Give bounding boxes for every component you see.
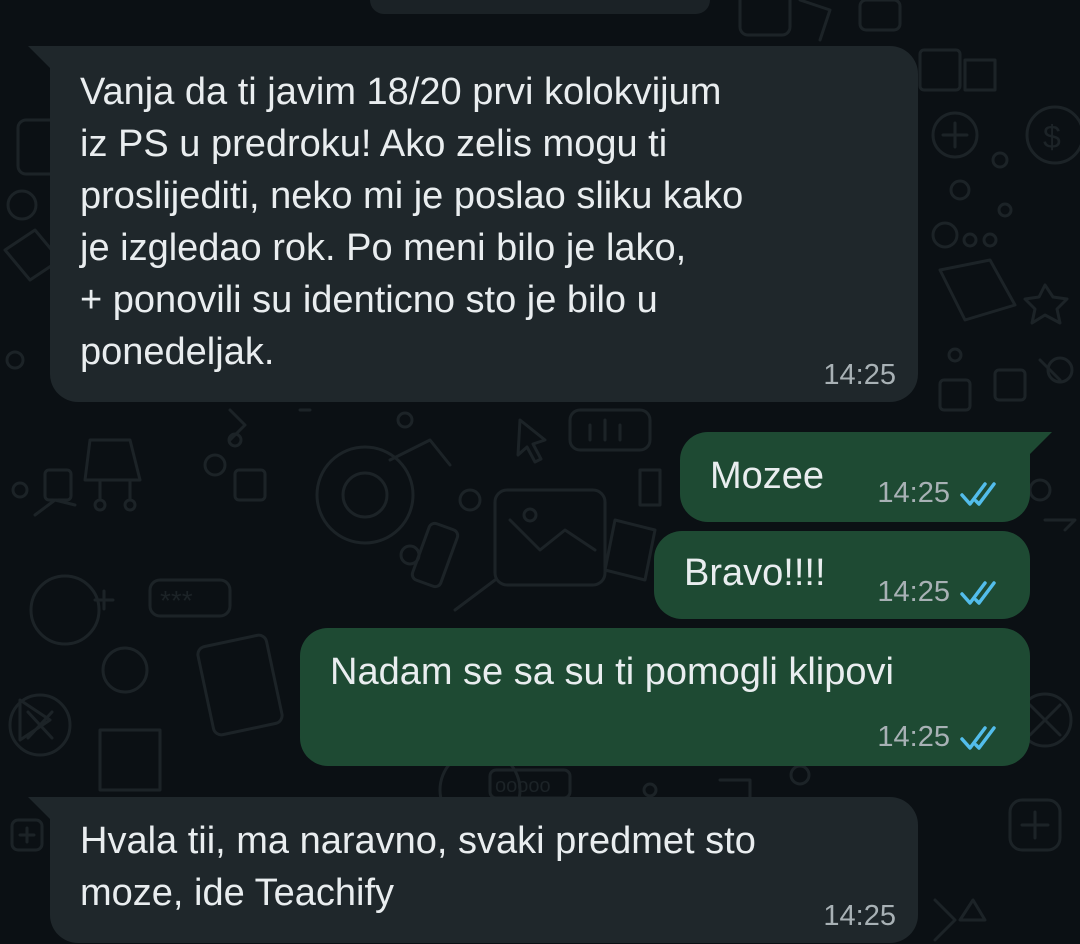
message-text: Mozee (710, 455, 825, 497)
message-timestamp: 14:25 (877, 576, 950, 608)
incoming-message-bubble[interactable]: Hvala tii, ma naravno, svaki predmet sto… (50, 797, 918, 943)
message-meta: 14:25 (823, 359, 896, 392)
message-meta: 14:25 (877, 477, 1004, 510)
svg-text:ooooo: ooooo (495, 775, 551, 797)
message-meta: 14:25 (877, 576, 1004, 609)
double-check-read-icon (960, 725, 1004, 751)
message-timestamp: 14:25 (823, 359, 896, 391)
message-meta: 14:25 (877, 721, 1004, 754)
message-text: Nadam se sa su ti pomogli klipovi (330, 651, 894, 693)
message-timestamp: 14:25 (877, 477, 950, 509)
outgoing-message-bubble[interactable]: Bravo!!!! 14:25 (654, 531, 1030, 619)
outgoing-message-bubble[interactable]: Nadam se sa su ti pomogli klipovi 14:25 (300, 628, 1030, 766)
message-text: Bravo!!!! (684, 552, 826, 594)
svg-text:***: *** (160, 585, 193, 616)
message-meta: 14:25 (823, 900, 896, 933)
double-check-read-icon (960, 481, 1004, 507)
outgoing-message-bubble[interactable]: Mozee 14:25 (680, 432, 1030, 522)
message-timestamp: 14:25 (823, 900, 896, 932)
double-check-read-icon (960, 580, 1004, 606)
message-text: Vanja da ti javim 18/20 prvi kolokvijum … (80, 71, 744, 373)
previous-message-edge (370, 0, 710, 14)
message-text: Hvala tii, ma naravno, svaki predmet sto… (80, 820, 756, 914)
svg-text:$: $ (1043, 119, 1061, 155)
incoming-message-bubble[interactable]: Vanja da ti javim 18/20 prvi kolokvijum … (50, 46, 918, 402)
message-timestamp: 14:25 (877, 721, 950, 753)
